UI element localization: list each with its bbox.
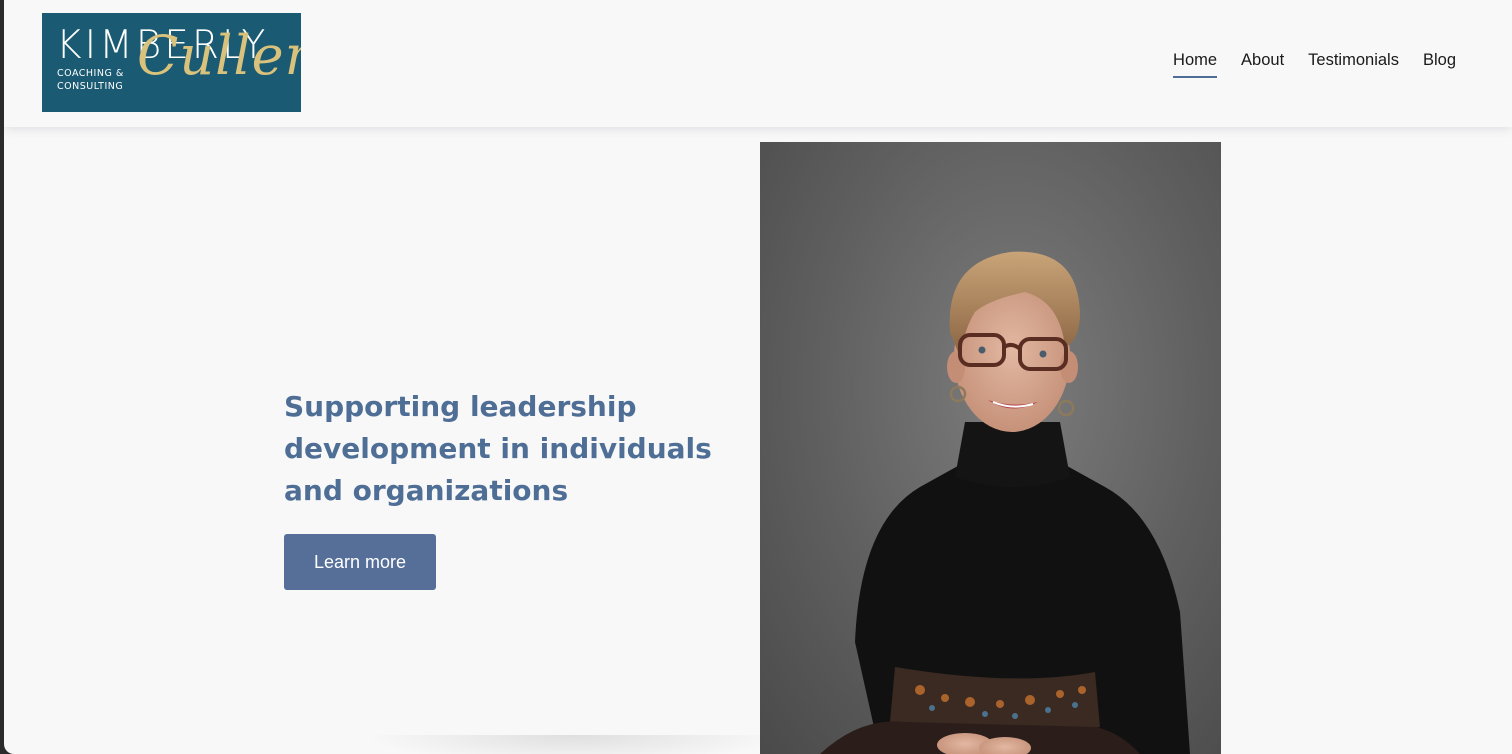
main-nav: Home About Testimonials Blog [1173,51,1456,78]
learn-more-button[interactable]: Learn more [284,534,436,590]
portrait-illustration [820,251,1190,754]
hero-text: Supporting leadership development in ind… [284,386,754,590]
logo[interactable]: KIMBERLY COACHING & CONSULTING Cullen [42,13,301,112]
logo-subtitle: COACHING & CONSULTING [57,68,124,93]
page: KIMBERLY COACHING & CONSULTING Cullen Ho… [4,0,1512,754]
portrait-photo [760,142,1221,754]
logo-script-text: Cullen [137,24,301,87]
logo-subtitle-line1: COACHING & [57,68,124,79]
card-shadow [364,735,784,754]
nav-blog[interactable]: Blog [1423,51,1456,76]
nav-about[interactable]: About [1241,51,1284,76]
hero-headline: Supporting leadership development in ind… [284,390,712,507]
site-header: KIMBERLY COACHING & CONSULTING Cullen Ho… [4,0,1512,127]
nav-home[interactable]: Home [1173,51,1218,78]
logo-subtitle-line2: CONSULTING [57,80,124,92]
nav-testimonials[interactable]: Testimonials [1308,51,1399,76]
